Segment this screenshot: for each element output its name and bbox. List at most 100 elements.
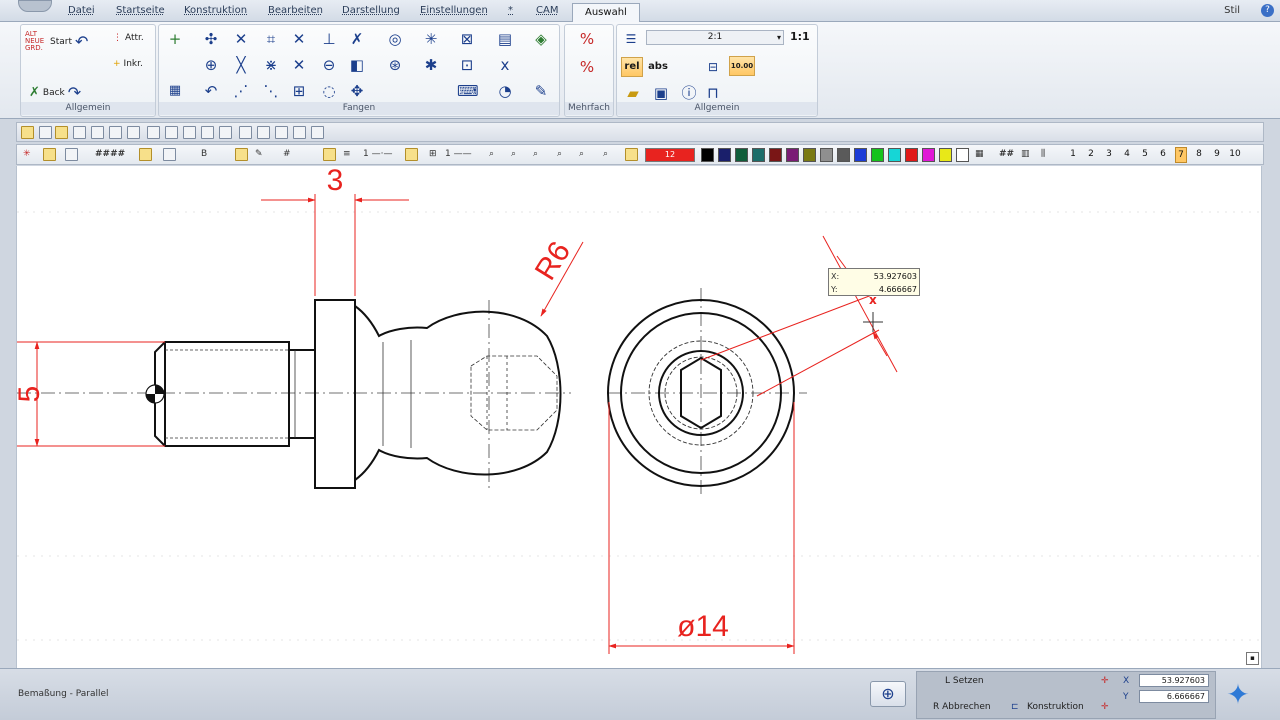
snap-radius-icon[interactable]: ◔ bbox=[495, 81, 515, 101]
snap-cross-icon[interactable]: ✕ bbox=[289, 29, 309, 49]
keyboard-icon[interactable]: ⌨ bbox=[457, 81, 479, 101]
dimension-tool-icon[interactable]: ⊕ bbox=[870, 681, 906, 707]
abs-toggle[interactable]: abs bbox=[647, 57, 669, 77]
qa-icon-17[interactable] bbox=[311, 126, 324, 139]
color-swatch[interactable] bbox=[837, 148, 850, 162]
layer-icon[interactable] bbox=[43, 148, 56, 161]
help-icon[interactable]: ? bbox=[1261, 4, 1274, 17]
bars-icon[interactable]: ▥ bbox=[1021, 149, 1030, 159]
star-icon[interactable]: ✳ bbox=[23, 149, 31, 159]
snap-layer-icon[interactable]: ◈ bbox=[531, 29, 551, 49]
folder-icon[interactable]: ▰ bbox=[623, 83, 643, 103]
add-icon[interactable]: + bbox=[165, 29, 185, 49]
color-swatch[interactable] bbox=[803, 148, 816, 162]
lock-icon-2[interactable] bbox=[235, 148, 248, 161]
snap-perpendicular-icon[interactable]: ⊥ bbox=[319, 29, 339, 49]
zoom-icon-5[interactable]: ⌕ bbox=[579, 149, 584, 159]
grid-snap-icon[interactable]: ▦ bbox=[165, 81, 185, 101]
snap-cube-icon[interactable]: ◧ bbox=[347, 55, 367, 75]
tab-star[interactable]: * bbox=[508, 5, 513, 16]
snap-dotted-line-icon[interactable]: ⋰ bbox=[231, 81, 251, 101]
save-icon-2[interactable] bbox=[73, 126, 86, 139]
qa-icon-1[interactable] bbox=[21, 126, 34, 139]
tab-startseite[interactable]: Startseite bbox=[116, 5, 165, 16]
number-option[interactable]: 9 bbox=[1211, 149, 1223, 159]
properties-icon[interactable]: ⊓ bbox=[703, 83, 723, 103]
color-swatch[interactable] bbox=[752, 148, 765, 162]
layer-props-icon[interactable] bbox=[163, 148, 176, 161]
color-swatch[interactable] bbox=[871, 148, 884, 162]
list-icon[interactable]: ☰ bbox=[621, 29, 641, 49]
tab-darstellung[interactable]: Darstellung bbox=[342, 5, 400, 16]
snap-line-icon[interactable]: ╳ bbox=[231, 55, 251, 75]
snap-center-icon[interactable]: ◎ bbox=[385, 29, 405, 49]
table-icon[interactable]: ▦ bbox=[975, 149, 984, 159]
tab-cam[interactable]: CAM bbox=[536, 5, 558, 16]
snap-xy-icon[interactable]: ⅹ bbox=[495, 55, 515, 75]
measure-icon[interactable]: ⊟ bbox=[703, 57, 723, 77]
number-option[interactable]: 1 bbox=[1067, 149, 1079, 159]
color-swatch[interactable] bbox=[786, 148, 799, 162]
info-icon[interactable]: ⓘ bbox=[679, 83, 699, 103]
snap-box-icon[interactable]: ⊠ bbox=[457, 29, 477, 49]
snap-quadrant-icon[interactable]: ⊛ bbox=[385, 55, 405, 75]
new-file-icon[interactable] bbox=[39, 126, 52, 139]
snap-xcross-icon[interactable]: ✕ bbox=[289, 55, 309, 75]
snap-zoom-icon[interactable]: ⊕ bbox=[201, 55, 221, 75]
snap-diagonal-icon[interactable]: ⋱ bbox=[261, 81, 281, 101]
number-option[interactable]: 5 bbox=[1139, 149, 1151, 159]
color-swatch[interactable] bbox=[735, 148, 748, 162]
brush-icon[interactable] bbox=[239, 126, 252, 139]
snap-ellipse-icon[interactable]: ⊖ bbox=[319, 55, 339, 75]
color-swatch[interactable] bbox=[701, 148, 714, 162]
snap-star-icon[interactable]: ✳ bbox=[421, 29, 441, 49]
print-icon[interactable] bbox=[91, 126, 104, 139]
columns-icon[interactable]: ⫼ bbox=[1041, 149, 1045, 159]
tab-bearbeiten[interactable]: Bearbeiten bbox=[268, 5, 323, 16]
lock-icon-4[interactable] bbox=[405, 148, 418, 161]
number-option[interactable]: 4 bbox=[1121, 149, 1133, 159]
hatch-pattern-select[interactable]: #### bbox=[95, 149, 125, 159]
tab-einstellungen[interactable]: Einstellungen bbox=[420, 5, 488, 16]
number-option[interactable]: 10 bbox=[1229, 149, 1241, 159]
paste-icon[interactable] bbox=[127, 126, 140, 139]
open-folder-icon[interactable] bbox=[55, 126, 68, 139]
tab-datei[interactable]: Datei bbox=[68, 5, 95, 16]
lock-icon[interactable] bbox=[139, 148, 152, 161]
setzen-button[interactable]: L Setzen bbox=[945, 676, 984, 686]
dim-text-3[interactable]: 3 bbox=[327, 166, 344, 197]
snap-asterisk-icon[interactable]: ✱ bbox=[421, 55, 441, 75]
line-type-icon[interactable]: ≡ bbox=[343, 149, 351, 159]
hatch-icon[interactable]: # bbox=[283, 149, 291, 159]
qa-icon-12[interactable] bbox=[219, 126, 232, 139]
layer-select-icon[interactable] bbox=[65, 148, 78, 161]
dim-text-r6[interactable]: R6 bbox=[529, 236, 577, 286]
abbrechen-button[interactable]: R Abbrechen bbox=[933, 702, 991, 712]
drawing-canvas[interactable]: x 3 R6 ø14 5 X: 53.927603 Y: 4.666667 ▪ bbox=[16, 166, 1262, 668]
color-swatch[interactable] bbox=[888, 148, 901, 162]
ratio-button[interactable]: 1:1 bbox=[790, 30, 810, 43]
pencil-icon[interactable]: ✎ bbox=[531, 81, 551, 101]
number-option[interactable]: 8 bbox=[1193, 149, 1205, 159]
line-width-icon[interactable]: ⊞ bbox=[429, 149, 437, 159]
color-swatch[interactable] bbox=[956, 148, 969, 162]
number-option[interactable]: 2 bbox=[1085, 149, 1097, 159]
color-swatch[interactable] bbox=[769, 148, 782, 162]
scale-select[interactable]: 2:1 ▾ bbox=[646, 30, 784, 45]
zoom-icon-2[interactable]: ⌕ bbox=[511, 149, 516, 159]
start-button[interactable]: ALT NEUE GRD. Start ↶ bbox=[25, 31, 88, 52]
dim-text-left[interactable]: 5 bbox=[17, 386, 46, 403]
canvas-corner-button[interactable]: ▪ bbox=[1246, 652, 1259, 665]
navigation-compass-icon[interactable]: ✦ bbox=[1220, 677, 1256, 713]
lock-icon-3[interactable] bbox=[323, 148, 336, 161]
qa-icon-10[interactable] bbox=[183, 126, 196, 139]
number-option[interactable]: 6 bbox=[1157, 149, 1169, 159]
snap-move-icon[interactable]: ✥ bbox=[347, 81, 367, 101]
rel-toggle[interactable]: rel bbox=[621, 57, 643, 77]
tab-auswahl[interactable]: Auswahl bbox=[572, 3, 640, 22]
x-coordinate-field[interactable]: 53.927603 bbox=[1139, 674, 1209, 687]
save-icon[interactable]: ▣ bbox=[651, 83, 671, 103]
number-option[interactable]: 7 bbox=[1175, 147, 1187, 163]
color-swatch[interactable] bbox=[820, 148, 833, 162]
konstruktion-button[interactable]: Konstruktion bbox=[1027, 702, 1084, 712]
